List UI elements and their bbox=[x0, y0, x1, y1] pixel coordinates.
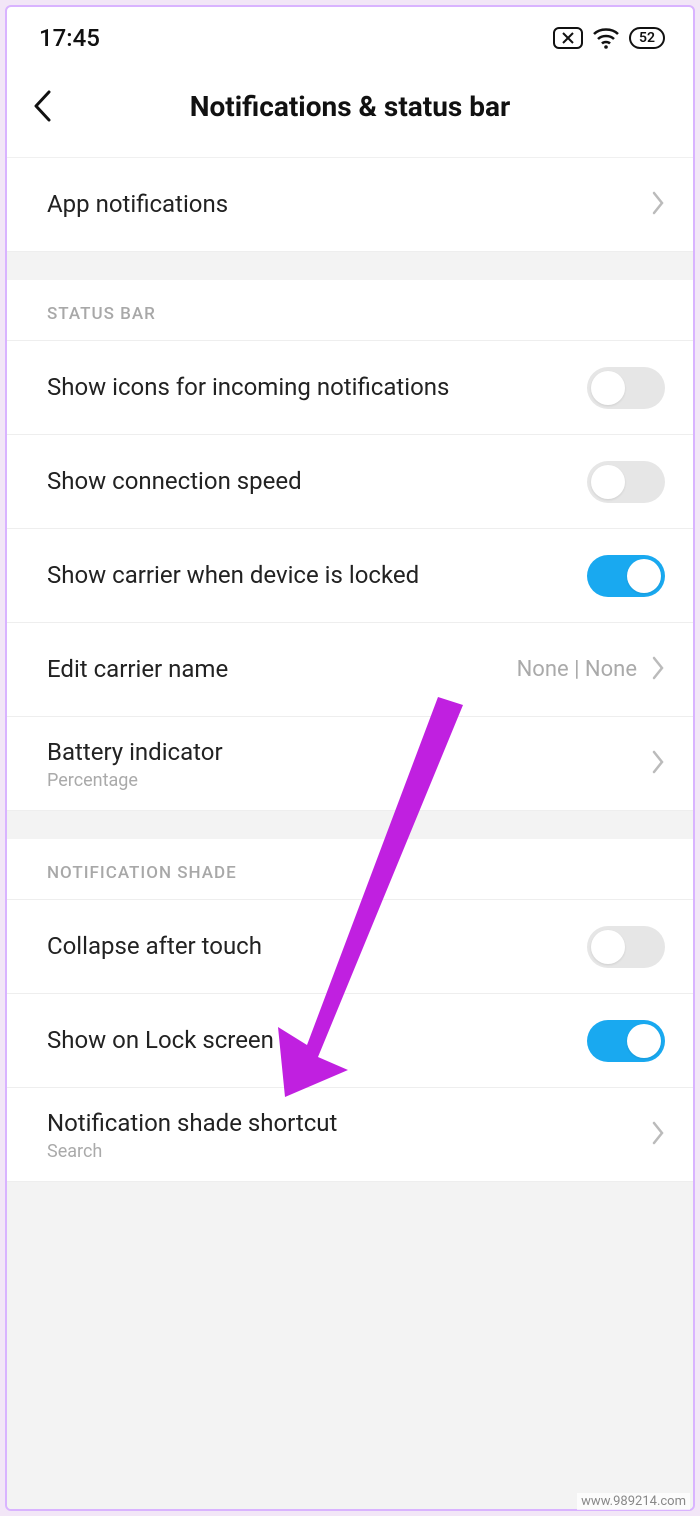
row-label: Edit carrier name bbox=[47, 653, 228, 685]
row-label: App notifications bbox=[47, 188, 228, 220]
row-notification-shade-shortcut[interactable]: Notification shade shortcut Search bbox=[7, 1088, 693, 1182]
battery-text: 52 bbox=[639, 30, 655, 46]
page-title: Notifications & status bar bbox=[7, 90, 693, 123]
toggle-show-speed[interactable] bbox=[587, 461, 665, 503]
sim-off-icon bbox=[553, 27, 583, 49]
row-label: Show connection speed bbox=[47, 465, 302, 497]
row-label: Collapse after touch bbox=[47, 930, 262, 962]
phone-frame: 17:45 52 Notifications & status bar App … bbox=[5, 5, 695, 1511]
row-label: Battery indicator bbox=[47, 736, 223, 768]
row-edit-carrier[interactable]: Edit carrier name None | None bbox=[7, 623, 693, 717]
status-time: 17:45 bbox=[39, 24, 100, 52]
toggle-lockscreen[interactable] bbox=[587, 1020, 665, 1062]
row-label: Notification shade shortcut bbox=[47, 1107, 337, 1139]
toggle-show-icons[interactable] bbox=[587, 367, 665, 409]
chevron-right-icon bbox=[651, 190, 665, 220]
row-show-carrier[interactable]: Show carrier when device is locked bbox=[7, 529, 693, 623]
toggle-collapse[interactable] bbox=[587, 926, 665, 968]
row-label: Show on Lock screen bbox=[47, 1024, 274, 1056]
wifi-icon bbox=[593, 27, 619, 49]
watermark: www.989214.com bbox=[577, 1493, 690, 1510]
status-bar: 17:45 52 bbox=[7, 7, 693, 63]
row-sublabel: Percentage bbox=[47, 770, 223, 791]
row-label: Show icons for incoming notifications bbox=[47, 371, 449, 403]
row-collapse-after-touch[interactable]: Collapse after touch bbox=[7, 900, 693, 994]
page-header: Notifications & status bar bbox=[7, 63, 693, 158]
status-icons: 52 bbox=[553, 27, 665, 49]
back-button[interactable] bbox=[31, 89, 79, 123]
row-app-notifications[interactable]: App notifications bbox=[7, 158, 693, 252]
row-show-icons[interactable]: Show icons for incoming notifications bbox=[7, 341, 693, 435]
row-value: None | None bbox=[517, 657, 637, 682]
toggle-show-carrier[interactable] bbox=[587, 555, 665, 597]
section-header-notification-shade: NOTIFICATION SHADE bbox=[7, 839, 693, 900]
chevron-right-icon bbox=[651, 655, 665, 685]
section-header-status-bar: STATUS BAR bbox=[7, 280, 693, 341]
row-label: Show carrier when device is locked bbox=[47, 559, 419, 591]
chevron-right-icon bbox=[651, 1120, 665, 1150]
battery-icon: 52 bbox=[629, 27, 665, 49]
section-gap bbox=[7, 252, 693, 280]
section-gap bbox=[7, 811, 693, 839]
row-show-speed[interactable]: Show connection speed bbox=[7, 435, 693, 529]
row-show-on-lockscreen[interactable]: Show on Lock screen bbox=[7, 994, 693, 1088]
row-sublabel: Search bbox=[47, 1141, 337, 1162]
chevron-right-icon bbox=[651, 749, 665, 779]
empty-space bbox=[7, 1182, 693, 1511]
row-battery-indicator[interactable]: Battery indicator Percentage bbox=[7, 717, 693, 811]
